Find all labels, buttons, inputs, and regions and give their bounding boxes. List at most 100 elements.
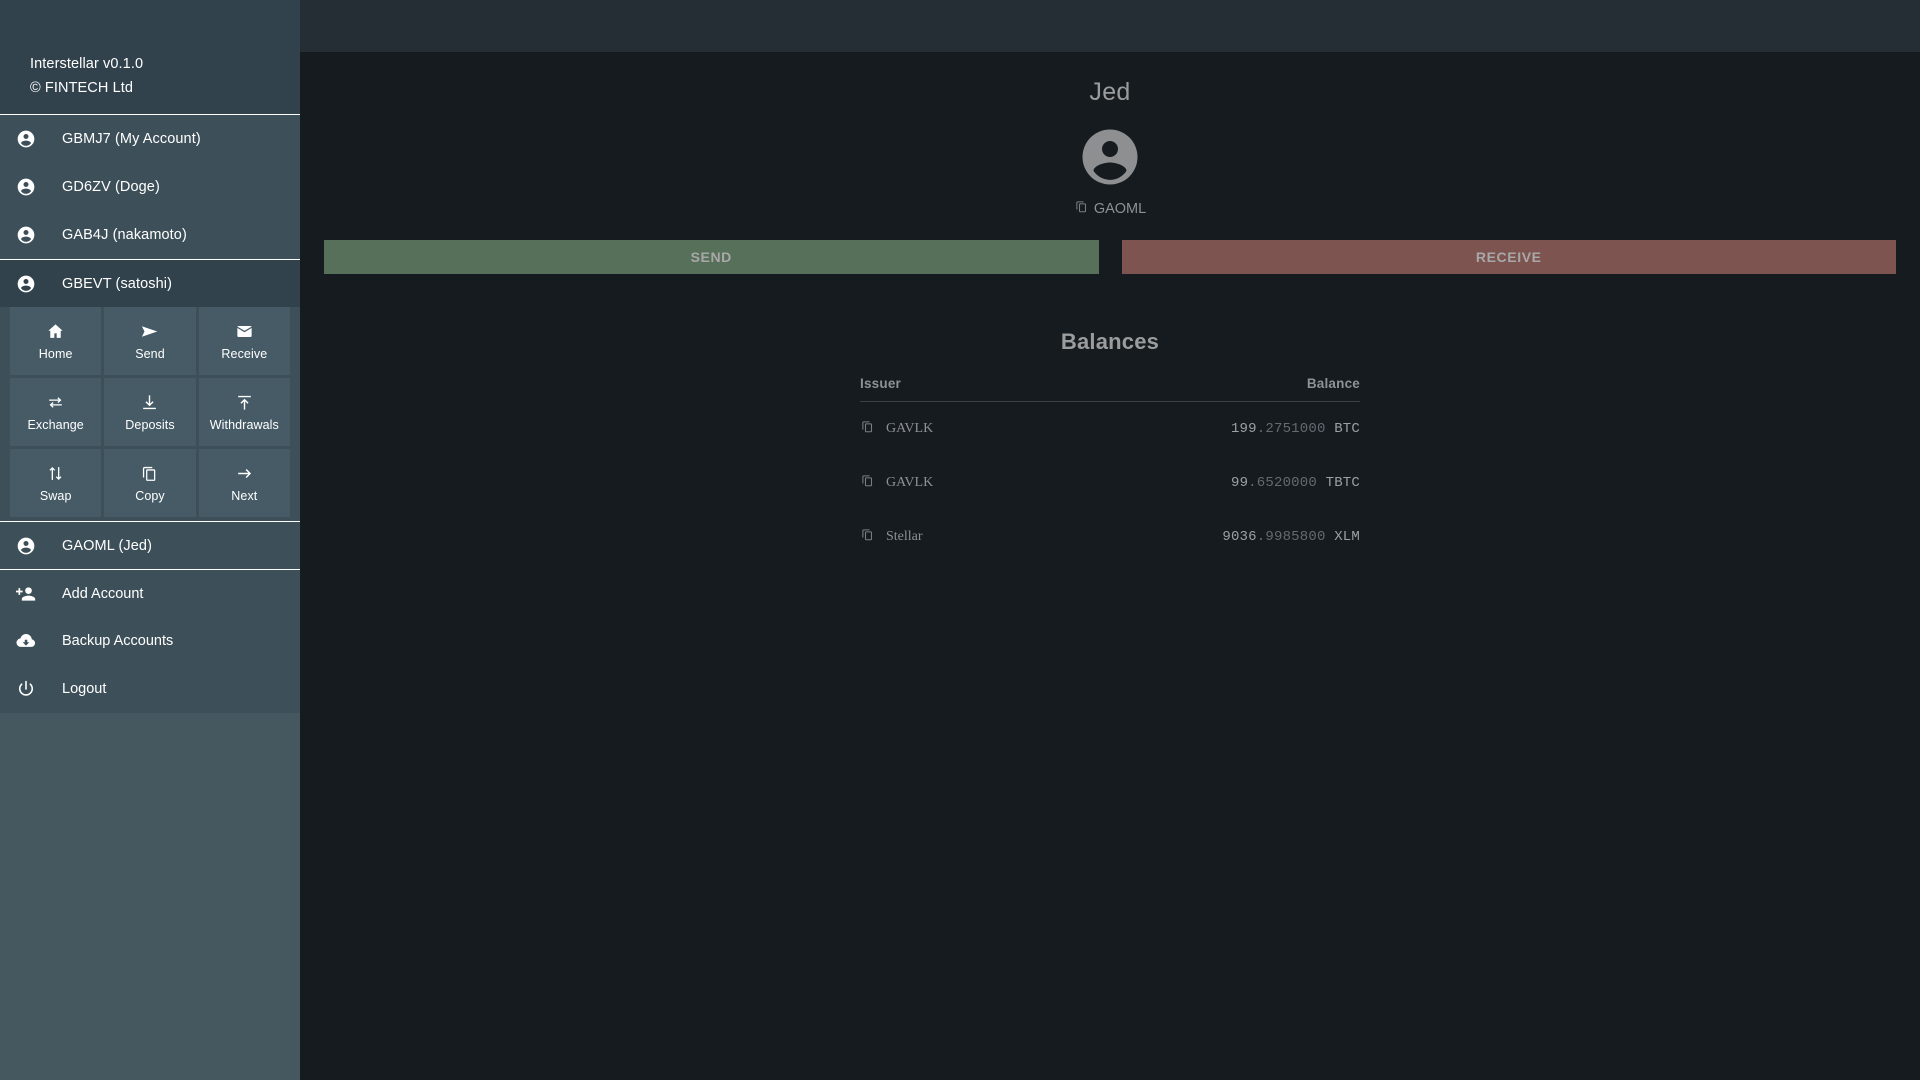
action-label: Deposits [125,417,175,432]
balance-issuer-cell: GAVLK [860,419,933,439]
action-label: Exchange [27,417,84,432]
receive-button[interactable]: RECEIVE [1121,240,1896,274]
sidebar-item-label: GD6ZV (Doge) [62,179,160,195]
sidebar-item-add-account[interactable]: Add Account [0,569,300,617]
action-label: Copy [135,488,165,503]
action-send[interactable]: Send [104,307,196,375]
balances-title: Balances [1060,329,1160,354]
copy-icon[interactable] [860,473,875,493]
copy-icon[interactable] [860,419,875,439]
balance-issuer-cell: GAVLK [860,473,933,493]
swap-vertical-icon [46,464,65,483]
sidebar-item-label: Logout [62,681,107,697]
sidebar: Interstellar v0.1.0 © FINTECH Ltd GBMJ7 … [0,0,300,1080]
app-title: Interstellar v0.1.0 [30,56,144,72]
table-row[interactable]: GAVLK 99.6520000 TBTC [860,456,1360,510]
balance-issuer-cell: Stellar [860,527,923,547]
sidebar-item-backup-accounts[interactable]: Backup Accounts [0,617,300,665]
table-row[interactable]: Stellar 9036.9985800 XLM [860,510,1360,564]
action-label: Withdrawals [209,417,279,432]
table-row[interactable]: GAVLK 199.2751000 BTC [860,402,1360,456]
column-header-issuer: Issuer [860,376,901,391]
action-label: Home [38,346,73,361]
account-address[interactable]: GAOML [300,199,1920,218]
amount-integer: 99 [1230,475,1249,491]
account-circle-icon [16,177,62,197]
sidebar-header: Interstellar v0.1.0 © FINTECH Ltd [0,0,300,115]
amount-decimal: .6520000 [1248,475,1317,491]
action-label: Send [135,346,165,361]
copy-icon[interactable] [860,527,875,547]
page-title: Jed [1089,78,1131,106]
action-label: Receive [221,346,268,361]
sidebar-item-label: GBEVT (satoshi) [62,275,173,292]
account-circle-icon [16,274,62,294]
action-next[interactable]: Next [198,449,290,517]
sidebar-item-account-selected[interactable]: GBEVT (satoshi) [0,259,300,307]
sidebar-item-account-0[interactable]: GBMJ7 (My Account) [0,115,300,163]
amount-decimal: .2751000 [1256,421,1326,437]
copy-icon[interactable] [1074,199,1089,218]
balances-table-header: Issuer Balance [860,376,1360,402]
balances-table: Issuer Balance GAVLK 199.2751000 BTC GAV… [860,376,1360,564]
action-exchange[interactable]: Exchange [10,378,102,446]
top-bar [300,0,1920,52]
avatar-wrapper [300,124,1920,190]
send-button[interactable]: SEND [324,240,1099,274]
copy-icon [140,464,159,483]
envelope-icon [235,322,254,341]
sidebar-item-label: GBMJ7 (My Account) [62,131,201,147]
account-circle-icon [16,225,62,245]
action-grid: Home Send Receive Exchange Deposits With… [10,307,290,517]
exchange-arrows-icon [46,393,65,412]
account-list: GBMJ7 (My Account) GD6ZV (Doge) GAB4J (n… [0,115,300,307]
app-copyright: © FINTECH Ltd [30,80,134,96]
download-arrow-icon [140,393,159,412]
issuer-label: GAVLK [886,475,934,490]
main-content: Jed GAOML SEND RECEIVE Balances Issuer B… [300,52,1920,1080]
avatar-person-icon [1077,124,1143,190]
cloud-download-icon [16,631,62,651]
sidebar-item-label: Backup Accounts [62,633,174,649]
home-icon [46,322,65,341]
account-circle-icon [16,129,62,149]
amount-decimal: .9985800 [1256,529,1326,545]
action-deposits[interactable]: Deposits [104,378,196,446]
sidebar-item-account-jed[interactable]: GAOML (Jed) [0,521,300,569]
arrow-right-icon [235,464,254,483]
send-icon [140,322,159,341]
action-withdrawals[interactable]: Withdrawals [198,378,290,446]
action-copy[interactable]: Copy [104,449,196,517]
column-header-balance: Balance [1306,376,1360,391]
profile-section: Jed GAOML [300,52,1920,218]
action-grid-wrapper: Home Send Receive Exchange Deposits With… [0,307,300,521]
action-label: Next [231,488,258,503]
person-add-icon [16,584,62,604]
action-button-row: SEND RECEIVE [300,240,1920,274]
asset-code: BTC [1334,421,1360,437]
sidebar-item-label: GAOML (Jed) [62,537,152,554]
balance-amount-cell: 199.2751000 BTC [1231,421,1360,437]
account-address-label: GAOML [1093,200,1147,217]
action-home[interactable]: Home [10,307,102,375]
balance-amount-cell: 9036.9985800 XLM [1222,529,1360,545]
issuer-label: Stellar [886,529,923,544]
sidebar-item-label: GAB4J (nakamoto) [62,227,187,243]
sidebar-item-logout[interactable]: Logout [0,665,300,713]
asset-code: XLM [1334,529,1360,545]
sidebar-item-label: Add Account [62,585,144,602]
asset-code: TBTC [1325,475,1360,491]
sidebar-item-account-2[interactable]: GAB4J (nakamoto) [0,211,300,259]
sidebar-menu: GAOML (Jed) Add Account Backup Accounts … [0,521,300,713]
issuer-label: GAVLK [886,421,934,436]
power-icon [16,679,62,699]
action-label: Swap [39,488,72,503]
sidebar-filler [0,713,300,1080]
app-root: Interstellar v0.1.0 © FINTECH Ltd GBMJ7 … [0,0,1920,1080]
sidebar-item-account-1[interactable]: GD6ZV (Doge) [0,163,300,211]
action-swap[interactable]: Swap [10,449,102,517]
account-circle-icon [16,536,62,556]
amount-integer: 199 [1230,421,1257,437]
balance-amount-cell: 99.6520000 TBTC [1231,475,1360,491]
action-receive[interactable]: Receive [198,307,290,375]
